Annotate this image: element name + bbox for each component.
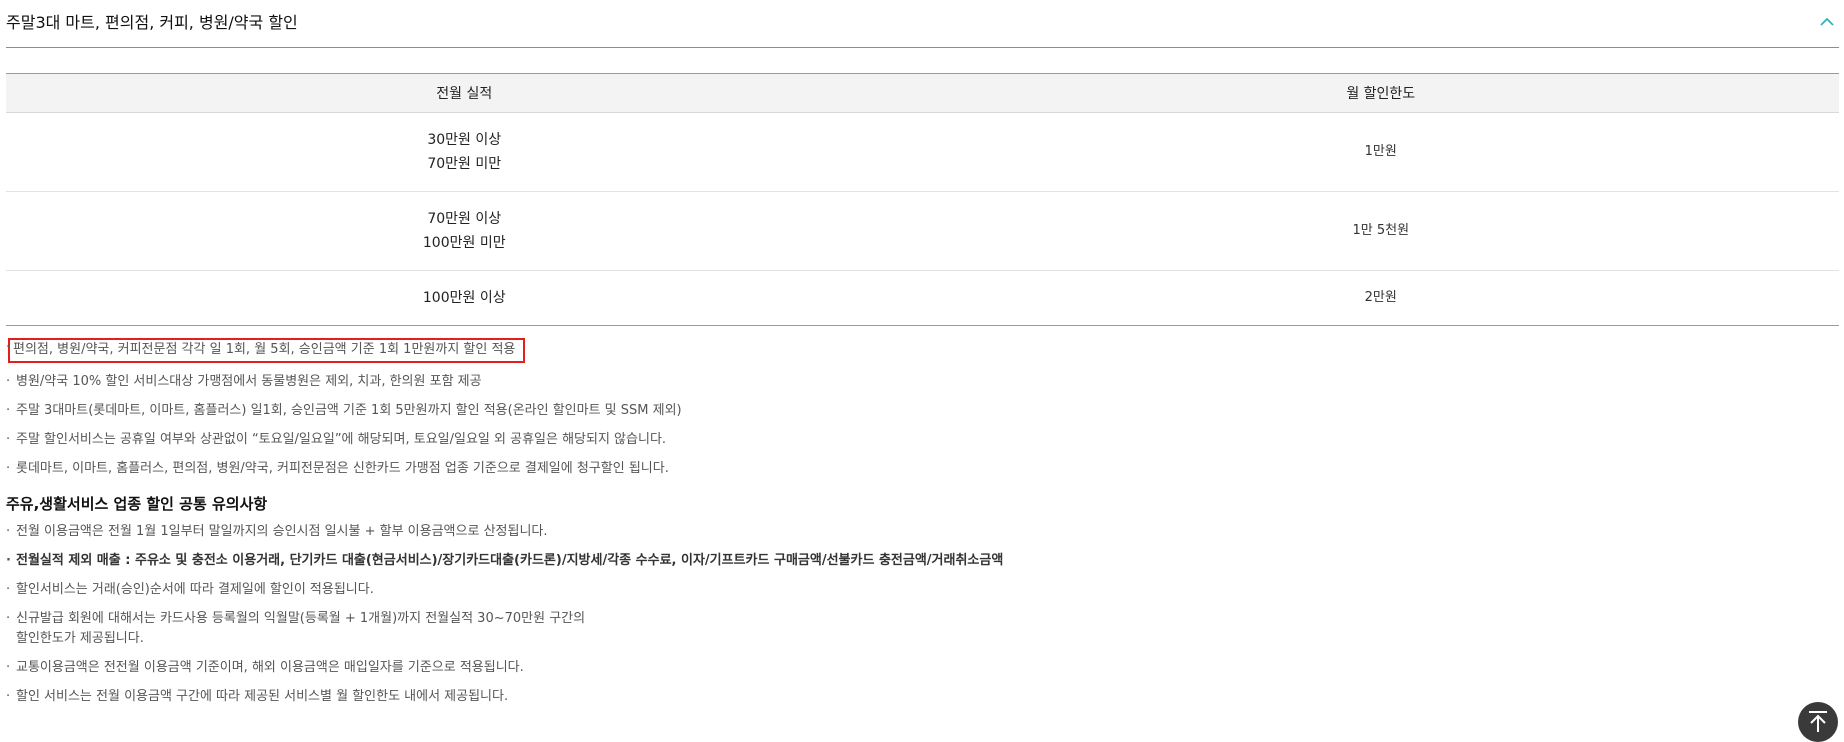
table-row: 100만원 이상 2만원: [6, 271, 1839, 326]
chevron-up-icon: [1820, 17, 1834, 26]
table-row: 30만원 이상 70만원 미만 1만원: [6, 112, 1839, 192]
list-item: 할인 서비스는 전월 이용금액 구간에 따라 제공된 서비스별 월 할인한도 내…: [6, 687, 1839, 707]
list-item: 할인서비스는 거래(승인)순서에 따라 결제일에 할인이 적용됩니다.: [6, 580, 1839, 600]
list-item: 교통이용금액은 전전월 이용금액 기준이며, 해외 이용금액은 매입일자를 기준…: [6, 658, 1839, 678]
performance-cell: 100만원 이상: [6, 271, 923, 326]
limit-cell: 2만원: [1364, 290, 1397, 305]
notes-list: 편의점, 병원/약국, 커피전문점 각각 일 1회, 월 5회, 승인금액 기준…: [6, 338, 1839, 707]
limit-cell: 1만원: [922, 112, 1839, 192]
performance-max: 100만원 미만: [422, 235, 506, 251]
performance-min: 100만원 이상: [422, 290, 506, 306]
benefit-accordion: 주말3대 마트, 편의점, 커피, 병원/약국 할인 전월 실적 월 할인한도 …: [6, 0, 1839, 707]
note-line: 신규발급 회원에 대해서는 카드사용 등록월의 익월말(등록월 + 1개월)까지…: [16, 611, 586, 626]
common-notes-title: 주유,생활서비스 업종 할인 공통 유의사항: [6, 495, 268, 513]
section-title: 주말3대 마트, 편의점, 커피, 병원/약국 할인: [6, 13, 298, 32]
list-item: 신규발급 회원에 대해서는 카드사용 등록월의 익월말(등록월 + 1개월)까지…: [6, 609, 1839, 649]
limit-cell: 1만 5천원: [922, 191, 1839, 271]
list-item: 전월실적 제외 매출 : 주유소 및 충전소 이용거래, 단기카드 대출(현금서…: [6, 551, 1839, 571]
list-item: 주말 할인서비스는 공휴일 여부와 상관없이 “토요일/일요일”에 해당되며, …: [6, 430, 1839, 450]
header-performance: 전월 실적: [6, 73, 923, 113]
list-item: 병원/약국 10% 할인 서비스대상 가맹점에서 동물병원은 제외, 치과, 한…: [6, 372, 1839, 392]
discount-limit-table: 전월 실적 월 할인한도 30만원 이상 70만원 미만 1만원 70만원 이상…: [6, 73, 1839, 326]
list-item: 편의점, 병원/약국, 커피전문점 각각 일 1회, 월 5회, 승인금액 기준…: [6, 338, 1839, 363]
performance-min: 30만원 이상: [427, 132, 502, 148]
performance-min: 70만원 이상: [427, 211, 502, 227]
performance-max: 70만원 미만: [427, 156, 502, 172]
performance-cell: 70만원 이상 100만원 미만: [6, 191, 923, 271]
scroll-to-top-button[interactable]: [1798, 702, 1838, 742]
table-row: 70만원 이상 100만원 미만 1만 5천원: [6, 191, 1839, 271]
performance-cell: 30만원 이상 70만원 미만: [6, 112, 923, 192]
highlighted-note: 편의점, 병원/약국, 커피전문점 각각 일 1회, 월 5회, 승인금액 기준…: [8, 338, 526, 363]
table-header-row: 전월 실적 월 할인한도: [6, 73, 1839, 113]
header-limit: 월 할인한도: [922, 73, 1839, 113]
arrow-up-icon: [1809, 711, 1827, 732]
list-item: 롯데마트, 이마트, 홈플러스, 편의점, 병원/약국, 커피전문점은 신한카드…: [6, 459, 1839, 479]
collapse-toggle[interactable]: [1815, 12, 1839, 32]
list-item: 전월 이용금액은 전월 1월 1일부터 말일까지의 승인시점 일시불 + 할부 …: [6, 522, 1839, 542]
accordion-header[interactable]: 주말3대 마트, 편의점, 커피, 병원/약국 할인: [6, 0, 1839, 48]
note-line: 할인한도가 제공됩니다.: [16, 631, 144, 646]
list-item: 주말 3대마트(롯데마트, 이마트, 홈플러스) 일1회, 승인금액 기준 1회…: [6, 401, 1839, 421]
